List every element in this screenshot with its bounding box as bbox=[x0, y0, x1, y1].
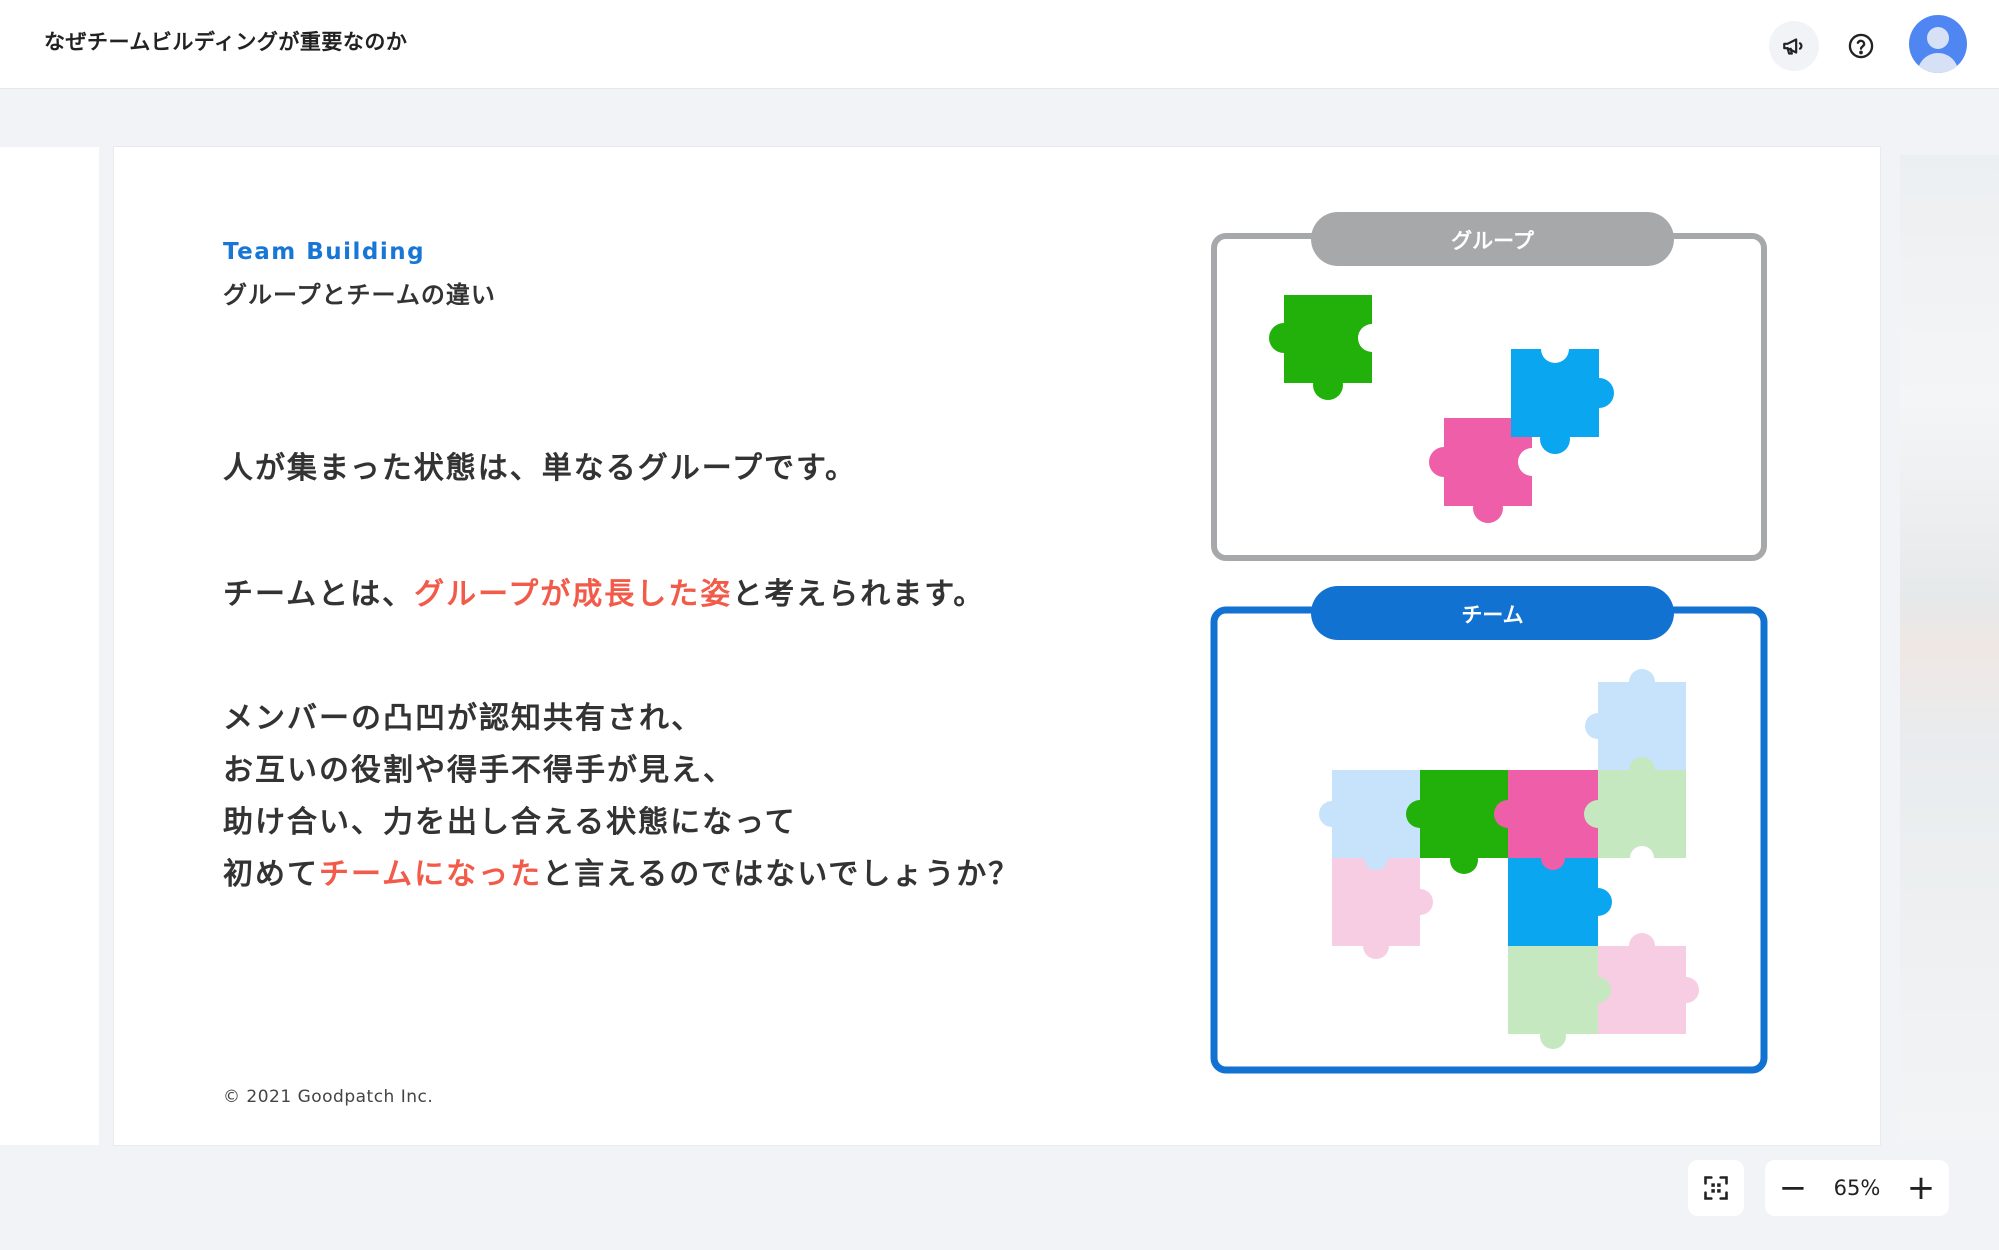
next-slide-thumbnail[interactable] bbox=[1900, 155, 1999, 1140]
puzzle-piece-blue bbox=[1511, 335, 1614, 454]
announcements-button[interactable] bbox=[1769, 21, 1819, 71]
fit-to-screen-button[interactable] bbox=[1688, 1160, 1744, 1216]
top-header: なぜチームビルディングが重要なのか bbox=[0, 0, 1999, 89]
megaphone-icon bbox=[1783, 38, 1803, 55]
zoom-level: 65% bbox=[1833, 1176, 1881, 1200]
current-slide: Team Building グループとチームの違い 人が集まった状態は、単なるグ… bbox=[114, 147, 1880, 1145]
paragraph-text: 初めて bbox=[223, 857, 319, 892]
zoom-control: − 65% + bbox=[1765, 1160, 1949, 1216]
slide-subtitle: グループとチームの違い bbox=[223, 281, 496, 309]
zoom-in-button[interactable]: + bbox=[1893, 1160, 1949, 1216]
paragraph-line: お互いの役割や得手不得手が見え、 bbox=[223, 753, 735, 788]
paragraph-team-definition: チームとは、グループが成長した姿と考えられます。 bbox=[223, 569, 985, 621]
document-title: なぜチームビルディングが重要なのか bbox=[44, 30, 408, 54]
paragraph-text: と言えるのではないでしょうか？ bbox=[542, 857, 1021, 892]
team-label: チーム bbox=[1461, 603, 1523, 627]
user-avatar[interactable] bbox=[1909, 15, 1967, 73]
paragraph-team-conditions: メンバーの凸凹が認知共有され、 お互いの役割や得手不得手が見え、 助け合い、力を… bbox=[223, 693, 1020, 901]
fit-screen-icon bbox=[1704, 1176, 1728, 1200]
group-label: グループ bbox=[1451, 229, 1535, 253]
zoom-out-button[interactable]: − bbox=[1765, 1160, 1821, 1216]
paragraph-text: チームとは、 bbox=[223, 577, 415, 612]
highlight-text: グループが成長した姿 bbox=[414, 577, 733, 612]
help-circle-icon bbox=[1848, 33, 1874, 59]
highlight-text: チームになった bbox=[319, 857, 543, 892]
copyright-text: © 2021 Goodpatch Inc. bbox=[223, 1087, 434, 1107]
help-button[interactable] bbox=[1836, 21, 1886, 71]
paragraph-group-definition: 人が集まった状態は、単なるグループです。 bbox=[223, 451, 857, 486]
paragraph-text: と考えられます。 bbox=[732, 577, 986, 612]
group-vs-team-diagram: グループ チーム bbox=[1210, 212, 1768, 1074]
user-avatar-icon bbox=[1917, 27, 1959, 73]
slide-eyebrow: Team Building bbox=[223, 239, 426, 265]
paragraph-line: メンバーの凸凹が認知共有され、 bbox=[223, 701, 704, 736]
paragraph-line: 助け合い、力を出し合える状態になって bbox=[223, 805, 797, 840]
previous-slide-thumbnail[interactable] bbox=[0, 147, 99, 1145]
paragraph-line: 初めてチームになったと言えるのではないでしょうか？ bbox=[223, 849, 1020, 901]
